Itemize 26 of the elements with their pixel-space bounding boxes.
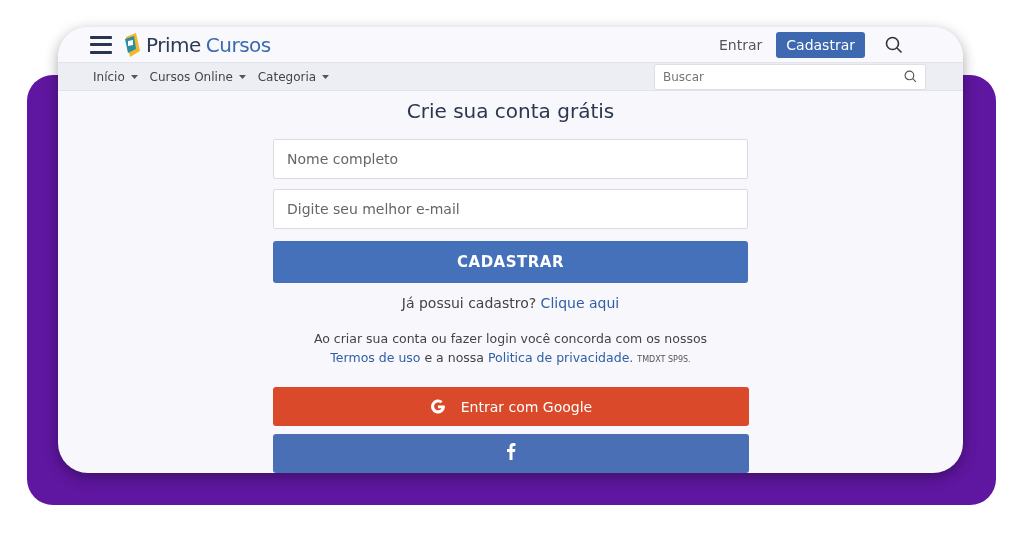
nav-menu-item[interactable]: Cursos Online [145,69,250,84]
input-field[interactable]: Digite seu melhor e-mail [273,189,748,229]
caret-icon [238,75,246,80]
logo-text[interactable]: Prime Cursos [146,32,271,57]
signup-button[interactable]: Cadastrar [776,31,865,58]
search-icon[interactable] [885,35,903,54]
form-title: Crie sua conta grátis [406,99,615,123]
nav-menu-item[interactable]: Início [89,69,142,84]
login-link[interactable]: Clique aqui [540,295,620,311]
google-login-button[interactable]: Entrar com Google [272,387,749,426]
facebook-icon [505,442,516,460]
menu-icon[interactable] [90,35,112,54]
submit-button[interactable]: CADASTRAR [273,241,748,283]
terms-text: Ao criar sua conta ou fazer login você concorda com os nossos Termos de uso e a nossa Politica de privacidade. TMDXT SP9S. [313,330,708,367]
caret-icon [130,75,138,80]
search-icon[interactable] [904,69,917,83]
caret-icon [321,75,329,80]
google-icon [428,397,447,416]
login-link[interactable]: Entrar [719,36,763,53]
search-field[interactable]: Buscar [654,63,926,90]
terms-link[interactable]: Termos de uso [330,350,421,365]
privacy-link[interactable]: Politica de privacidade. [488,350,634,365]
book-logo-icon [124,30,142,59]
nav-menu-item[interactable]: Categoria [253,69,333,84]
login-prompt: Já possui cadastro? Clique aqui [401,295,620,311]
input-field[interactable]: Nome completo [273,139,748,179]
